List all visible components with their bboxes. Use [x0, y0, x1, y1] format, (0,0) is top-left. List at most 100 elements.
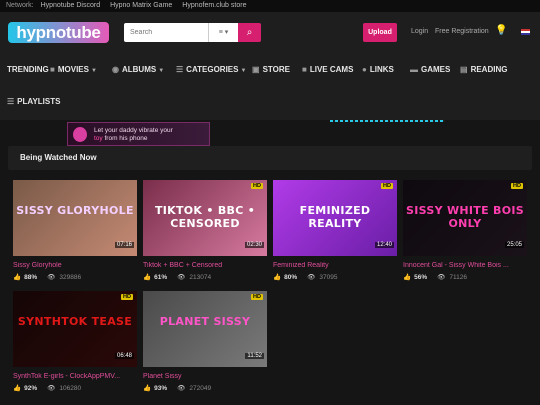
video-rating: 56%	[414, 274, 428, 281]
thumbnail-text: PLANET SISSY	[159, 315, 251, 328]
video-card[interactable]: SISSY GLORYHOLE 07:16 Sissy Gloryhole 👍 88…	[13, 180, 137, 281]
video-title[interactable]: Innocent Gal - Sissy White Bois ...	[403, 262, 527, 269]
nav-links-label: LINKS	[369, 65, 394, 74]
nav-movies-label: MOVIES	[57, 65, 89, 74]
video-stats: 👍 56% 👁 71126	[403, 273, 527, 281]
video-thumbnail[interactable]: TIKTOK • BBC • CENSORED HD 02:30	[143, 180, 267, 256]
hd-badge: HD	[251, 294, 263, 300]
gamepad-icon: ▬	[410, 65, 418, 74]
video-rating: 93%	[154, 385, 168, 392]
video-views: 272049	[189, 385, 212, 392]
section-header: Being Watched Now	[8, 146, 532, 170]
search-button[interactable]: ⌕	[238, 23, 261, 42]
camera-icon: ◉	[112, 65, 119, 74]
video-duration: 12:40	[374, 242, 394, 248]
nav-live-cams[interactable]: ■ LIVE CAMS	[302, 65, 353, 74]
ad-banner-text: Let your daddy vibrate your toy from his…	[94, 127, 173, 143]
thumbnail-text: TIKTOK • BBC • CENSORED	[154, 204, 256, 230]
hd-badge: HD	[381, 183, 393, 189]
register-link[interactable]: Free Registration	[435, 28, 489, 35]
network-link-matrix-game[interactable]: Hypno Matrix Game	[110, 2, 172, 9]
nav-store-label: STORE	[262, 65, 290, 74]
video-views: 213074	[189, 274, 212, 281]
video-card[interactable]: FEMINIZED REALITY HD 12:40 Feminized Reali…	[273, 180, 397, 281]
video-title[interactable]: Tiktok + BBC + Censored	[143, 262, 267, 269]
video-rating: 61%	[154, 274, 168, 281]
nav-movies[interactable]: ■ MOVIES ▼	[50, 65, 97, 74]
video-duration: 25:05	[504, 242, 524, 248]
video-card[interactable]: PLANET SISSY HD 11:52 Planet Sissy 👍 93% 👁 27…	[143, 291, 267, 392]
nav-reading[interactable]: ▤ READING	[460, 65, 507, 74]
video-thumbnail[interactable]: SYNTHTOK TEASE HD 06:48	[13, 291, 137, 367]
nav-categories-label: CATEGORIES	[186, 65, 239, 74]
search-icon: ⌕	[246, 27, 253, 38]
video-views: 37095	[319, 274, 338, 281]
video-views: 106280	[59, 385, 82, 392]
nav-live-cams-label: LIVE CAMS	[309, 65, 354, 74]
main-nav: TRENDING ■ MOVIES ▼ ◉ ALBUMS ▼ ☰ CATEGORIES ▼ …	[0, 54, 540, 120]
ad-line-2-highlight: toy	[94, 135, 103, 142]
video-rating: 80%	[284, 274, 298, 281]
webcam-icon: ■	[302, 65, 307, 74]
header: hypnotube ≡ ▾ ⌕ Upload Login Free Regist…	[0, 12, 540, 54]
ad-banner[interactable]: Let your daddy vibrate your toy from his…	[67, 122, 210, 146]
video-card[interactable]: SISSY WHITE BOIS ONLY HD 25:05 Innocent Ga…	[403, 180, 527, 281]
thumbs-up-icon: 👍	[13, 385, 22, 392]
eye-icon: 👁	[47, 385, 56, 392]
video-duration: 02:30	[244, 242, 264, 248]
upload-button[interactable]: Upload	[363, 23, 397, 42]
ad-line-2: from his phone	[104, 135, 148, 142]
video-title[interactable]: Planet Sissy	[143, 373, 267, 380]
language-flag-icon[interactable]	[521, 29, 530, 35]
video-rating: 88%	[24, 274, 38, 281]
video-title[interactable]: SynthTok E-girls - ClockAppPMV...	[13, 373, 137, 380]
book-icon: ▤	[460, 65, 468, 74]
eye-icon: 👁	[307, 274, 316, 281]
thumbnail-text: SISSY GLORYHOLE	[16, 204, 134, 217]
network-bar: Network: Hypnotube Discord Hypno Matrix …	[0, 0, 540, 12]
nav-reading-label: READING	[470, 65, 508, 74]
chevron-down-icon: ▾	[224, 29, 229, 36]
chevron-down-icon: ▼	[158, 68, 165, 74]
video-views: 71126	[449, 274, 467, 281]
hd-badge: HD	[251, 183, 263, 189]
nav-store[interactable]: ▣ STORE	[252, 65, 290, 74]
chevron-down-icon: ▼	[240, 68, 247, 74]
video-duration: 07:16	[114, 242, 134, 248]
video-title[interactable]: Sissy Gloryhole	[13, 262, 137, 269]
login-link[interactable]: Login	[411, 28, 428, 35]
network-link-store[interactable]: Hypnofem.club store	[182, 2, 246, 9]
nav-trending[interactable]: TRENDING	[7, 65, 49, 74]
nav-trending-label: TRENDING	[7, 65, 49, 74]
video-stats: 👍 92% 👁 106280	[13, 384, 137, 392]
thumbs-up-icon: 👍	[143, 274, 152, 281]
ad-banner-strip[interactable]	[330, 120, 445, 122]
search-category-select[interactable]: ≡ ▾	[208, 23, 238, 42]
nav-albums[interactable]: ◉ ALBUMS ▼	[112, 65, 164, 74]
video-thumbnail[interactable]: FEMINIZED REALITY HD 12:40	[273, 180, 397, 256]
nav-albums-label: ALBUMS	[121, 65, 157, 74]
network-link-discord[interactable]: Hypnotube Discord	[41, 2, 101, 9]
video-thumbnail[interactable]: SISSY WHITE BOIS ONLY HD 25:05	[403, 180, 527, 256]
nav-categories[interactable]: ☰ CATEGORIES ▼	[176, 65, 246, 74]
store-icon: ▣	[252, 65, 260, 74]
video-thumbnail[interactable]: SISSY GLORYHOLE 07:16	[13, 180, 137, 256]
video-icon: ■	[50, 65, 55, 74]
nav-games[interactable]: ▬ GAMES	[410, 65, 450, 74]
eye-icon: 👁	[177, 385, 186, 392]
list-icon: ☰	[176, 65, 184, 74]
toy-icon	[73, 127, 87, 142]
eye-icon: 👁	[437, 274, 446, 281]
chevron-down-icon: ▼	[90, 68, 97, 74]
thumbs-up-icon: 👍	[143, 385, 152, 392]
nav-links[interactable]: ● LINKS	[362, 65, 394, 74]
site-logo[interactable]: hypnotube	[8, 22, 109, 43]
nav-playlists-label: PLAYLISTS	[17, 97, 61, 106]
video-card[interactable]: TIKTOK • BBC • CENSORED HD 02:30 Tiktok + …	[143, 180, 267, 281]
lightbulb-icon[interactable]: 💡	[495, 25, 507, 36]
video-card[interactable]: SYNTHTOK TEASE HD 06:48 SynthTok E-girls -…	[13, 291, 137, 392]
nav-playlists[interactable]: ☰ PLAYLISTS	[7, 97, 60, 106]
thumbs-up-icon: 👍	[403, 274, 412, 281]
video-title[interactable]: Feminized Reality	[273, 262, 397, 269]
video-thumbnail[interactable]: PLANET SISSY HD 11:52	[143, 291, 267, 367]
